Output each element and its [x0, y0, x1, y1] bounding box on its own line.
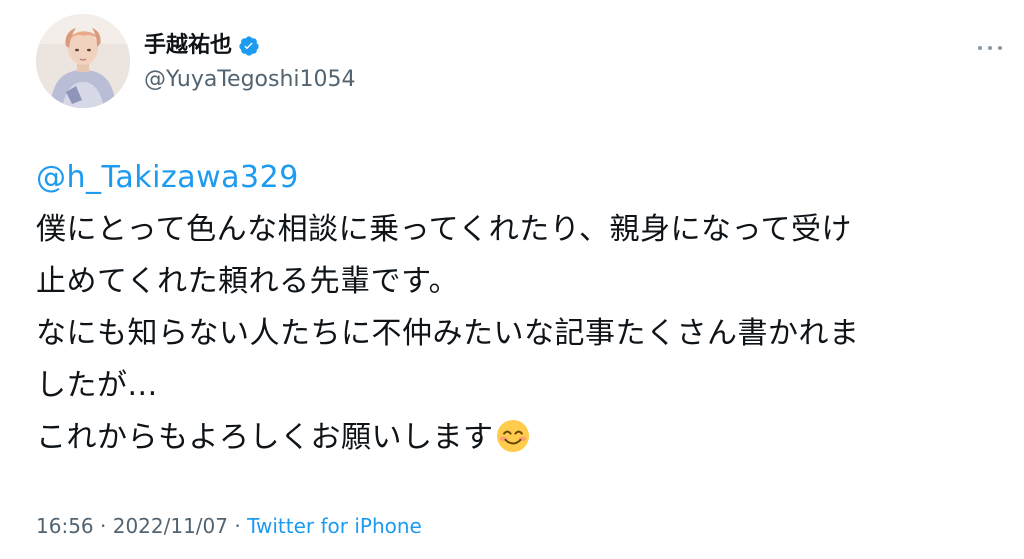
- avatar[interactable]: [36, 14, 130, 108]
- tweet-meta: 16:56 · 2022/11/07 · Twitter for iPhone: [36, 510, 422, 542]
- avatar-image: [36, 14, 130, 108]
- dot: [978, 46, 982, 50]
- tweet-line-text: これからもよろしくお願いします: [36, 420, 494, 455]
- tweet-line: 止めてくれた頼れる先輩です。: [36, 264, 460, 299]
- more-options-icon[interactable]: [974, 36, 1006, 60]
- meta-separator: ·: [100, 514, 107, 538]
- mention-link[interactable]: @h_Takizawa329: [36, 160, 299, 195]
- author-name-row: 手越祐也: [144, 30, 260, 62]
- tweet-line: なにも知らない人たちに不仲みたいな記事たくさん書かれま: [36, 316, 860, 351]
- dot: [988, 46, 992, 50]
- tweet-date[interactable]: 2022/11/07: [113, 514, 228, 538]
- tweet-line: @h_Takizawa329: [36, 152, 996, 204]
- author-display-name[interactable]: 手越祐也: [144, 30, 232, 62]
- tweet-time[interactable]: 16:56: [36, 514, 94, 538]
- meta-separator: ·: [234, 514, 241, 538]
- dot: [998, 46, 1002, 50]
- tweet-line: 僕にとって色んな相談に乗ってくれたり、親身になって受け: [36, 212, 852, 247]
- tweet-line: したが...: [36, 368, 158, 403]
- verified-badge-icon: [238, 35, 260, 57]
- author-handle[interactable]: @YuyaTegoshi1054: [144, 64, 356, 96]
- tweet-text: @h_Takizawa329 僕にとって色んな相談に乗ってくれたり、親身になって…: [36, 152, 996, 464]
- tweet-source-link[interactable]: Twitter for iPhone: [247, 514, 422, 538]
- smiling-face-emoji-icon: [496, 418, 530, 453]
- tweet-line: これからもよろしくお願いします: [36, 412, 996, 464]
